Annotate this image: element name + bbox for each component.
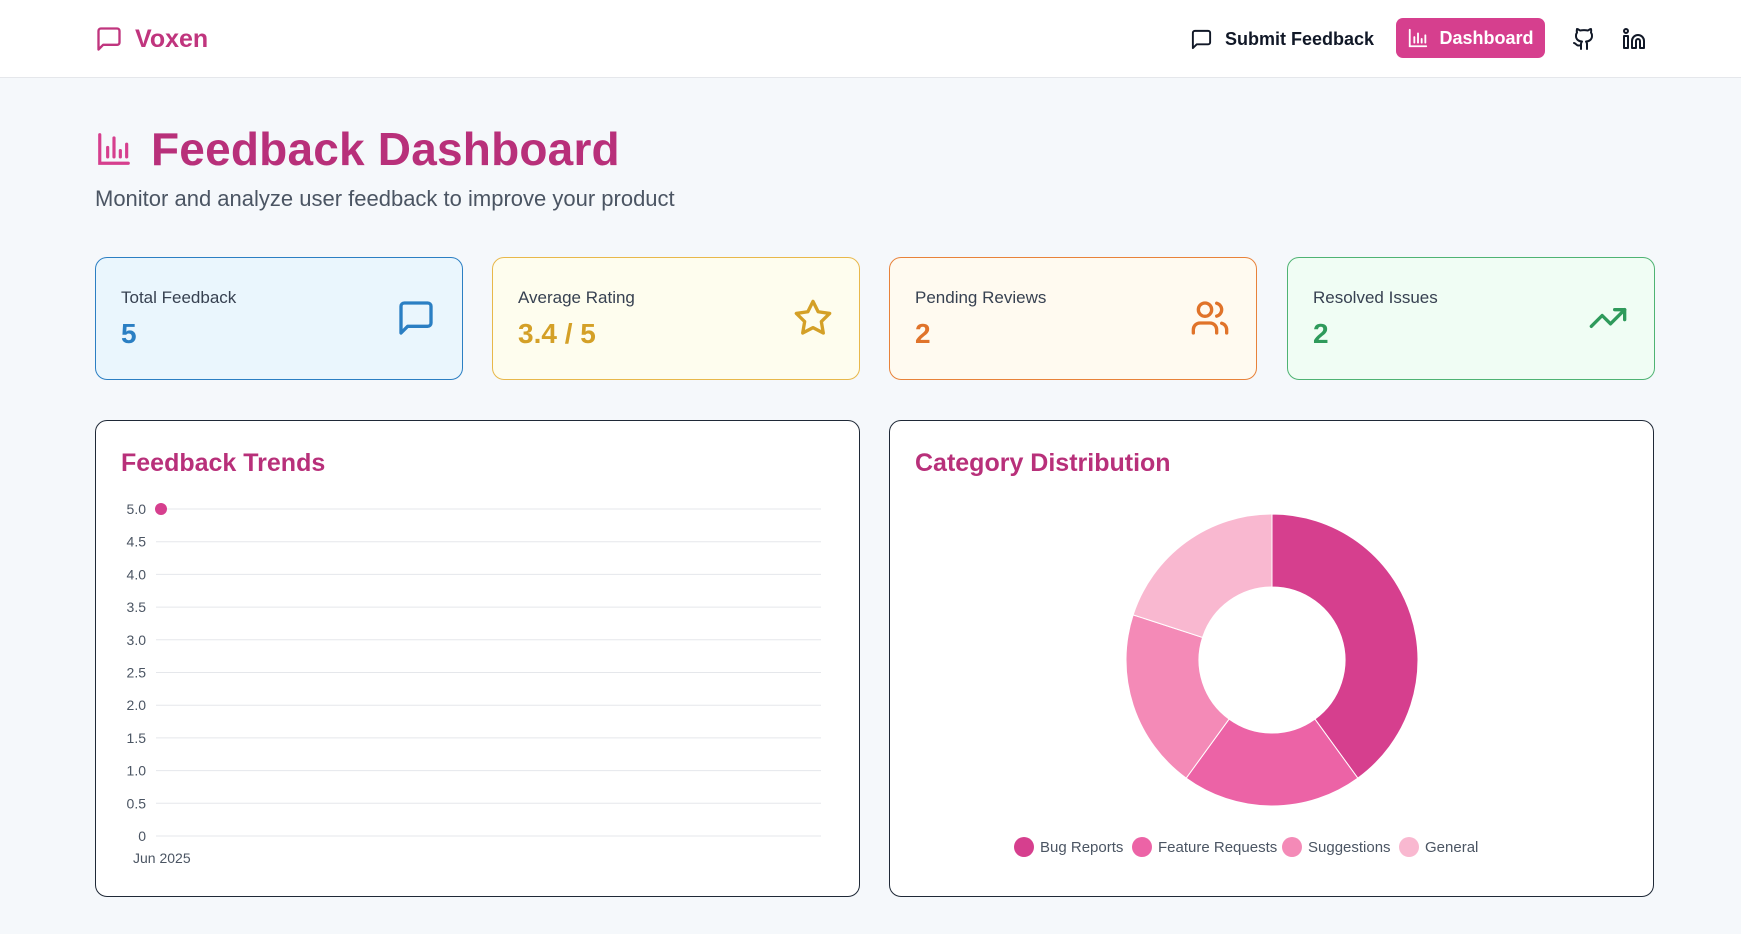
feedback-trends-chart: 0 0.5 1.0 1.5 2.0 2.5 3.0 3.5 4.0 4.5 5.0 Jun 2025 bbox=[127, 501, 821, 866]
stat-card-resolved-issues: Resolved Issues 2 bbox=[1287, 257, 1655, 380]
top-navbar: Voxen Submit Feedback Dashboard bbox=[0, 0, 1741, 78]
feedback-trends-panel: Feedback Trends 0 0.5 1.0 1.5 2.0 2.5 3.0 3.5 4.… bbox=[95, 420, 860, 897]
linkedin-icon bbox=[1623, 28, 1645, 49]
y-tick-label: 1.5 bbox=[127, 730, 147, 746]
legend-item[interactable]: General bbox=[1399, 837, 1478, 857]
legend-label: Feature Requests bbox=[1158, 838, 1278, 856]
legend-item[interactable]: Bug Reports bbox=[1014, 837, 1123, 857]
y-tick-label: 2.0 bbox=[127, 697, 147, 713]
legend-item[interactable]: Suggestions bbox=[1282, 837, 1391, 857]
linkedin-link[interactable] bbox=[1620, 25, 1648, 53]
nav-submit-feedback[interactable]: Submit Feedback bbox=[1190, 24, 1374, 54]
page-subtitle: Monitor and analyze user feedback to imp… bbox=[95, 186, 675, 211]
y-tick-label: 0 bbox=[138, 828, 146, 844]
legend-swatch bbox=[1132, 837, 1152, 857]
chart-legend: Bug Reports Feature Requests Suggestions Ge… bbox=[889, 837, 1654, 861]
message-square-icon bbox=[1191, 29, 1212, 49]
y-tick-label: 3.0 bbox=[127, 632, 147, 648]
legend-item[interactable]: Feature Requests bbox=[1132, 837, 1277, 857]
stat-label: Total Feedback bbox=[121, 288, 237, 307]
legend-label: Suggestions bbox=[1308, 838, 1391, 856]
x-tick-label: Jun 2025 bbox=[133, 850, 191, 866]
stat-card-pending-reviews: Pending Reviews 2 bbox=[889, 257, 1257, 380]
brand-name: Voxen bbox=[135, 24, 209, 53]
legend-swatch bbox=[1282, 837, 1302, 857]
stat-value: 2 bbox=[915, 318, 931, 349]
stat-label: Pending Reviews bbox=[915, 288, 1047, 307]
legend-swatch bbox=[1014, 837, 1034, 857]
users-icon bbox=[1190, 298, 1230, 338]
y-tick-label: 0.5 bbox=[127, 795, 147, 811]
stat-value: 2 bbox=[1313, 318, 1329, 349]
page-title: Feedback Dashboard bbox=[151, 123, 620, 175]
legend-label: Bug Reports bbox=[1040, 838, 1124, 856]
category-distribution-panel: Category Distribution bbox=[889, 420, 1654, 897]
y-tick-label: 4.0 bbox=[127, 566, 147, 582]
y-tick-label: 2.5 bbox=[127, 665, 147, 681]
category-distribution-chart bbox=[1125, 513, 1419, 807]
legend-label: General bbox=[1425, 838, 1479, 856]
brand-logo-link[interactable]: Voxen bbox=[95, 22, 208, 56]
page-header: Feedback Dashboard bbox=[95, 122, 620, 176]
github-link[interactable] bbox=[1570, 25, 1598, 53]
stat-value: 3.4 / 5 bbox=[518, 318, 596, 349]
trending-up-icon bbox=[1588, 298, 1628, 338]
stat-label: Resolved Issues bbox=[1313, 288, 1438, 307]
stat-value: 5 bbox=[121, 318, 137, 349]
message-square-icon bbox=[97, 27, 121, 51]
bar-chart-icon bbox=[98, 133, 130, 165]
stat-label: Average Rating bbox=[518, 288, 635, 307]
pie-slice[interactable] bbox=[1132, 513, 1273, 639]
message-icon bbox=[396, 298, 436, 338]
stat-card-average-rating: Average Rating 3.4 / 5 bbox=[492, 257, 860, 380]
stat-card-total-feedback: Total Feedback 5 bbox=[95, 257, 463, 380]
github-icon bbox=[1573, 28, 1594, 50]
y-tick-label: 4.5 bbox=[127, 534, 147, 550]
nav-dashboard-label: Dashboard bbox=[1439, 27, 1534, 48]
y-tick-label: 3.5 bbox=[127, 599, 147, 615]
data-point[interactable] bbox=[155, 503, 167, 515]
legend-swatch bbox=[1399, 837, 1419, 857]
nav-dashboard-button[interactable]: Dashboard bbox=[1396, 18, 1545, 58]
bar-chart-icon bbox=[1409, 28, 1428, 48]
y-tick-label: 1.0 bbox=[127, 763, 147, 779]
y-tick-label: 5.0 bbox=[127, 501, 147, 517]
nav-submit-label: Submit Feedback bbox=[1225, 28, 1375, 49]
star-icon bbox=[793, 298, 833, 338]
